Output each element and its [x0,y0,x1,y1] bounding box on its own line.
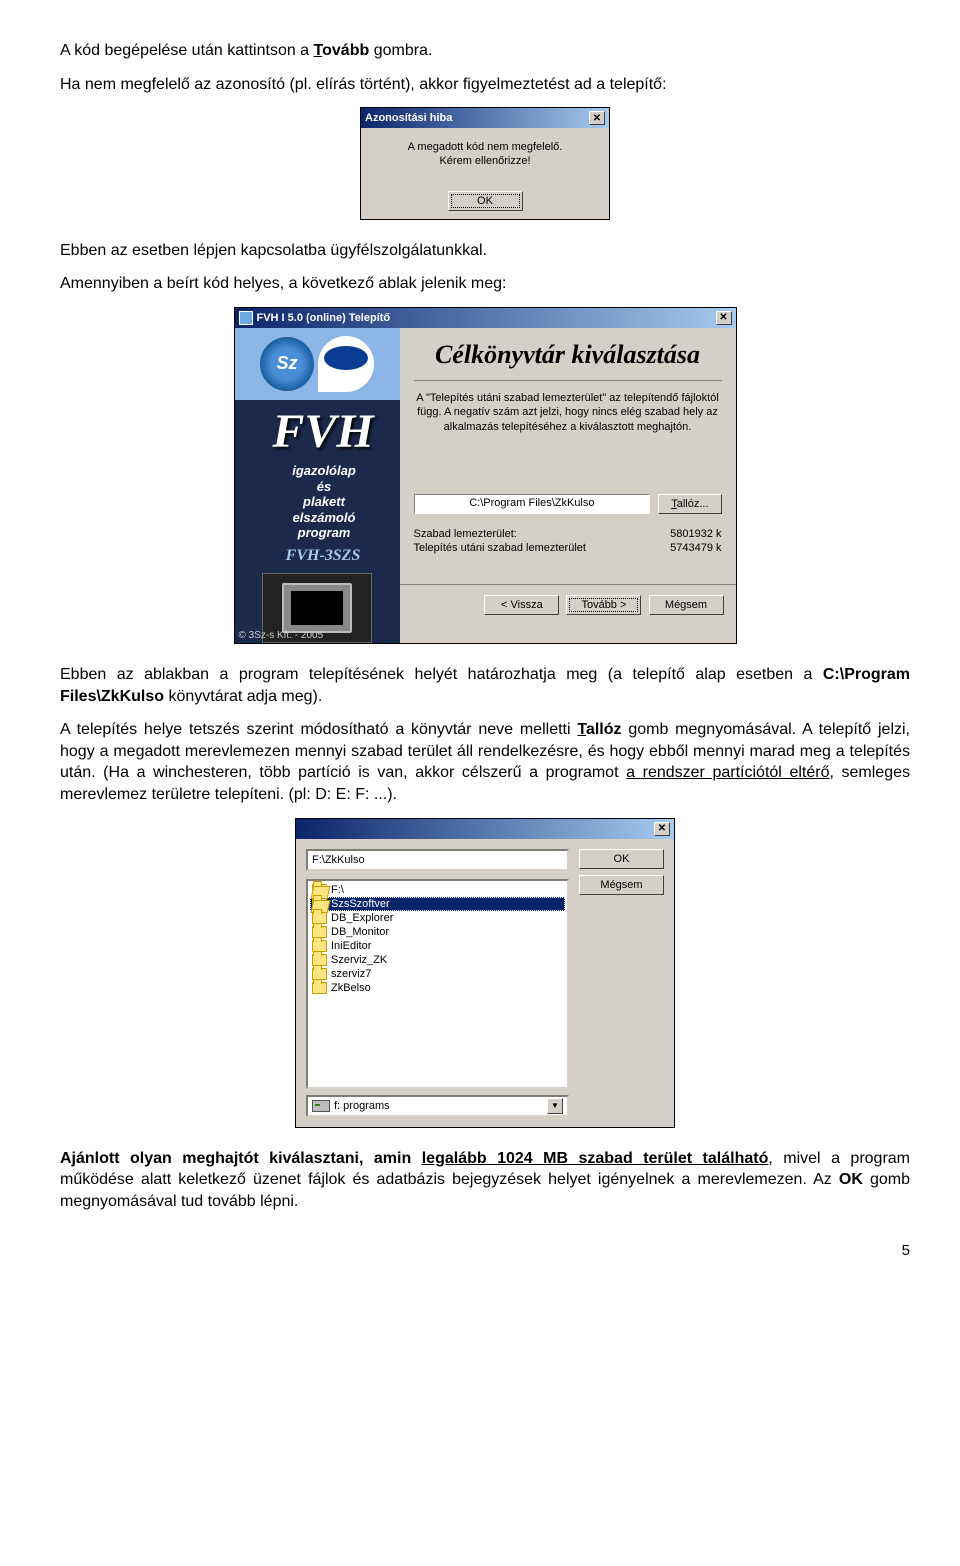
close-icon[interactable]: ✕ [716,311,732,325]
heading-text: Célkönyvtár kiválasztása [414,340,722,370]
text: Ebben az ablakban a program telepítéséne… [60,666,823,683]
stat-label: Telepítés utáni szabad lemezterület [414,542,586,554]
text-bold: Ajánlott olyan meghajtót kiválasztani, a… [60,1150,768,1167]
text: igazolólap [249,463,400,479]
list-item[interactable]: IniEditor [310,939,565,953]
browse-dialog: ✕ F:\ZkKulso F:\ SzsSzoftver DB_Explorer… [295,818,675,1128]
folder-icon [312,968,327,980]
titlebar: FVH I 5.0 (online) Telepítő ✕ [235,308,736,328]
list-item[interactable]: Szerviz_ZK [310,953,565,967]
text: A megadott kód nem megfelelő. [408,141,563,153]
paragraph: Ha nem megfelelő az azonosító (pl. elírá… [60,74,910,96]
paragraph: A telepítés helye tetszés szerint módosí… [60,719,910,805]
ok-button[interactable]: OK [579,849,664,869]
text: gombra. [369,42,432,59]
text-underline: T [314,42,323,59]
text: elszámoló [249,510,400,526]
page-number: 5 [60,1242,910,1259]
text-bold: allóz [586,721,622,738]
text-underline: T [577,721,586,738]
drive-combo[interactable]: f: programs ▼ [306,1095,569,1117]
text-underline: legalább 1024 MB szabad terület találhat… [422,1150,769,1167]
error-message: A megadott kód nem megfelelő. Kérem elle… [371,140,599,169]
close-icon[interactable]: ✕ [654,822,670,836]
text: Kérem ellenőrizze! [439,155,530,167]
item-label: SzsSzoftver [331,898,390,910]
monitor-icon [282,583,352,633]
logo-icon: Sz [260,337,314,391]
item-label: DB_Explorer [331,912,393,924]
item-label: szerviz7 [331,968,371,980]
paragraph: Ebben az ablakban a program telepítéséne… [60,664,910,707]
folder-listbox[interactable]: F:\ SzsSzoftver DB_Explorer DB_Monitor I… [306,879,569,1089]
cancel-button[interactable]: Mégsem [649,595,724,615]
paragraph: A kód begépelése után kattintson a Továb… [60,40,910,62]
dialog-title: Azonosítási hiba [365,112,452,124]
list-item[interactable]: ZkBelso [310,981,565,995]
next-button[interactable]: Tovább > [566,595,641,615]
folder-icon [312,982,327,994]
text: program [249,525,400,541]
stat-label: Szabad lemezterület: [414,528,517,540]
folder-icon [312,926,327,938]
chevron-down-icon[interactable]: ▼ [547,1098,563,1114]
item-label: ZkBelso [331,982,371,994]
text-bold: OK [839,1171,863,1188]
text: Ajánlott olyan meghajtót kiválasztani, a… [60,1150,422,1167]
folder-icon [312,940,327,952]
folder-open-icon [312,898,327,910]
drive-label: f: programs [334,1100,390,1112]
text: A telepítés helye tetszés szerint módosí… [60,721,577,738]
installer-dialog: FVH I 5.0 (online) Telepítő ✕ Sz FVH iga… [234,307,737,644]
list-item[interactable]: szerviz7 [310,967,565,981]
stat-value: 5801932 k [670,528,721,540]
paragraph: Ajánlott olyan meghajtót kiválasztani, a… [60,1148,910,1213]
section-heading: Célkönyvtár kiválasztása [414,340,722,381]
list-item[interactable]: DB_Monitor [310,925,565,939]
paragraph: Amennyiben a beírt kód helyes, a követke… [60,273,910,295]
item-label: F:\ [331,884,344,896]
drive-icon [312,1100,330,1112]
stat-value: 5743479 k [670,542,721,554]
folder-open-icon [312,884,327,896]
paragraph: Ebben az esetben lépjen kapcsolatba ügyf… [60,240,910,262]
list-item[interactable]: DB_Explorer [310,911,565,925]
error-dialog: Azonosítási hiba ✕ A megadott kód nem me… [360,107,610,220]
path-combo[interactable]: F:\ZkKulso [306,849,569,871]
item-label: DB_Monitor [331,926,389,938]
item-label: Szerviz_ZK [331,954,387,966]
description-text: A "Telepítés utáni szabad lemezterület" … [414,391,722,434]
folder-icon [312,954,327,966]
ok-button[interactable]: OK [448,191,523,211]
text: plakett [249,494,400,510]
text: könyvtárat adja meg). [164,688,322,705]
dialog-title: FVH I 5.0 (online) Telepítő [257,312,391,324]
browse-button[interactable]: Tallóz... [658,494,721,514]
close-icon[interactable]: ✕ [589,111,605,125]
list-item[interactable]: F:\ [310,883,565,897]
text-bold: ovább [322,42,369,59]
text: A kód begépelése után kattintson a [60,42,314,59]
text-underline: a rendszer partíciótól eltérő [626,764,829,781]
combo-value: F:\ZkKulso [312,854,365,866]
titlebar: Azonosítási hiba ✕ [361,108,609,128]
app-icon [239,311,253,325]
path-input[interactable]: C:\Program Files\ZkKulso [414,494,651,514]
folder-icon [312,912,327,924]
text: allóz... [677,498,709,510]
item-label: IniEditor [331,940,371,952]
brand-text: FVH [235,404,400,459]
cancel-button[interactable]: Mégsem [579,875,664,895]
back-button[interactable]: < Vissza [484,595,559,615]
copyright-text: © 3Sz-s Kft. - 2005 [239,630,324,641]
logo-icon [318,336,374,392]
text: és [249,479,400,495]
sidebar-image: Sz FVH igazolólap és plakett elszámoló p… [235,328,400,643]
text: FVH-3SZS [235,547,400,565]
list-item[interactable]: SzsSzoftver [310,897,565,911]
